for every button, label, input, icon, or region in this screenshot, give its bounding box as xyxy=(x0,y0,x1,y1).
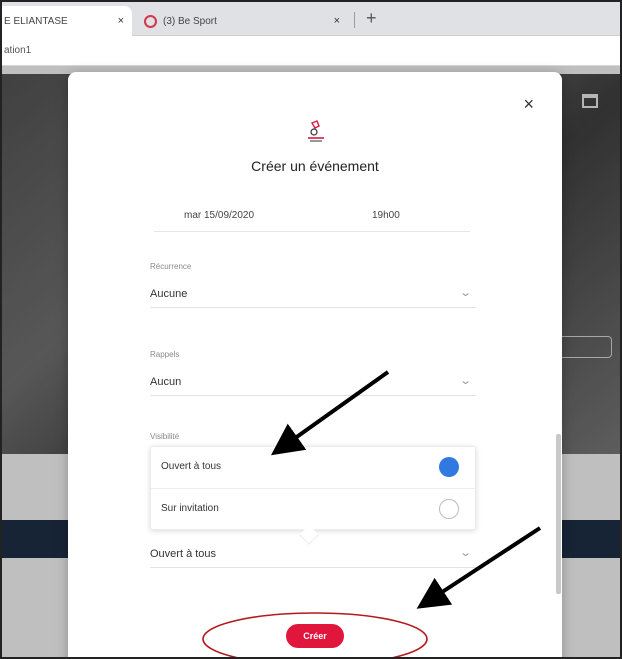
url-text: ation1 xyxy=(4,45,32,56)
tab-close-icon[interactable]: × xyxy=(118,15,124,27)
tab-strip: E ELIANTASE × (3) Be Sport × + xyxy=(2,2,620,36)
option-label: Sur invitation xyxy=(161,503,219,514)
recurrence-label: Récurrence xyxy=(150,262,192,271)
modal-title: Créer un événement xyxy=(251,158,379,174)
reminder-value: Aucun xyxy=(150,376,182,388)
event-logo-icon xyxy=(308,120,324,142)
visibility-option-open[interactable]: Ouvert à tous xyxy=(151,447,475,489)
radio-unchecked-icon[interactable] xyxy=(439,499,459,519)
tab-besport[interactable]: (3) Be Sport × xyxy=(138,6,348,36)
visibility-dropdown: Ouvert à tous Sur invitation xyxy=(150,446,476,530)
recurrence-value: Aucune xyxy=(150,288,188,300)
visibility-value: Ouvert à tous xyxy=(150,548,217,560)
tab-title: (3) Be Sport xyxy=(163,15,217,27)
besport-favicon-icon xyxy=(144,14,157,28)
radio-checked-icon[interactable] xyxy=(439,457,459,477)
tab-title: E ELIANTASE xyxy=(4,15,68,27)
screenshot-frame: E ELIANTASE × (3) Be Sport × + ation1 × xyxy=(0,0,622,659)
create-button[interactable]: Créer xyxy=(286,624,344,648)
chevron-down-icon: ⌄ xyxy=(458,375,472,387)
create-event-modal: × Créer un événement mar 15/09/2020 19h0… xyxy=(68,72,562,657)
visibility-option-invite[interactable]: Sur invitation xyxy=(151,489,475,531)
close-icon[interactable]: × xyxy=(523,94,534,115)
reminder-label: Rappels xyxy=(150,350,180,359)
tab-separator xyxy=(354,12,355,28)
scrollbar[interactable] xyxy=(556,434,561,594)
chevron-down-icon: ⌄ xyxy=(458,287,472,299)
date-field[interactable]: mar 15/09/2020 xyxy=(184,210,254,221)
datetime-row: mar 15/09/2020 19h00 xyxy=(154,200,470,232)
visibility-select[interactable]: Ouvert à tous ⌄ xyxy=(150,542,476,568)
recurrence-select[interactable]: Aucune ⌄ xyxy=(150,282,476,308)
address-bar[interactable]: ation1 xyxy=(2,36,620,66)
new-tab-button[interactable]: + xyxy=(366,8,377,29)
reminder-select[interactable]: Aucun ⌄ xyxy=(150,370,476,396)
option-label: Ouvert à tous xyxy=(161,461,222,472)
visibility-label: Visibilité xyxy=(150,432,180,441)
tab-active[interactable]: E ELIANTASE × xyxy=(2,6,132,36)
time-field[interactable]: 19h00 xyxy=(372,210,400,221)
tab-close-icon[interactable]: × xyxy=(334,15,340,27)
chevron-down-icon: ⌄ xyxy=(458,547,472,559)
